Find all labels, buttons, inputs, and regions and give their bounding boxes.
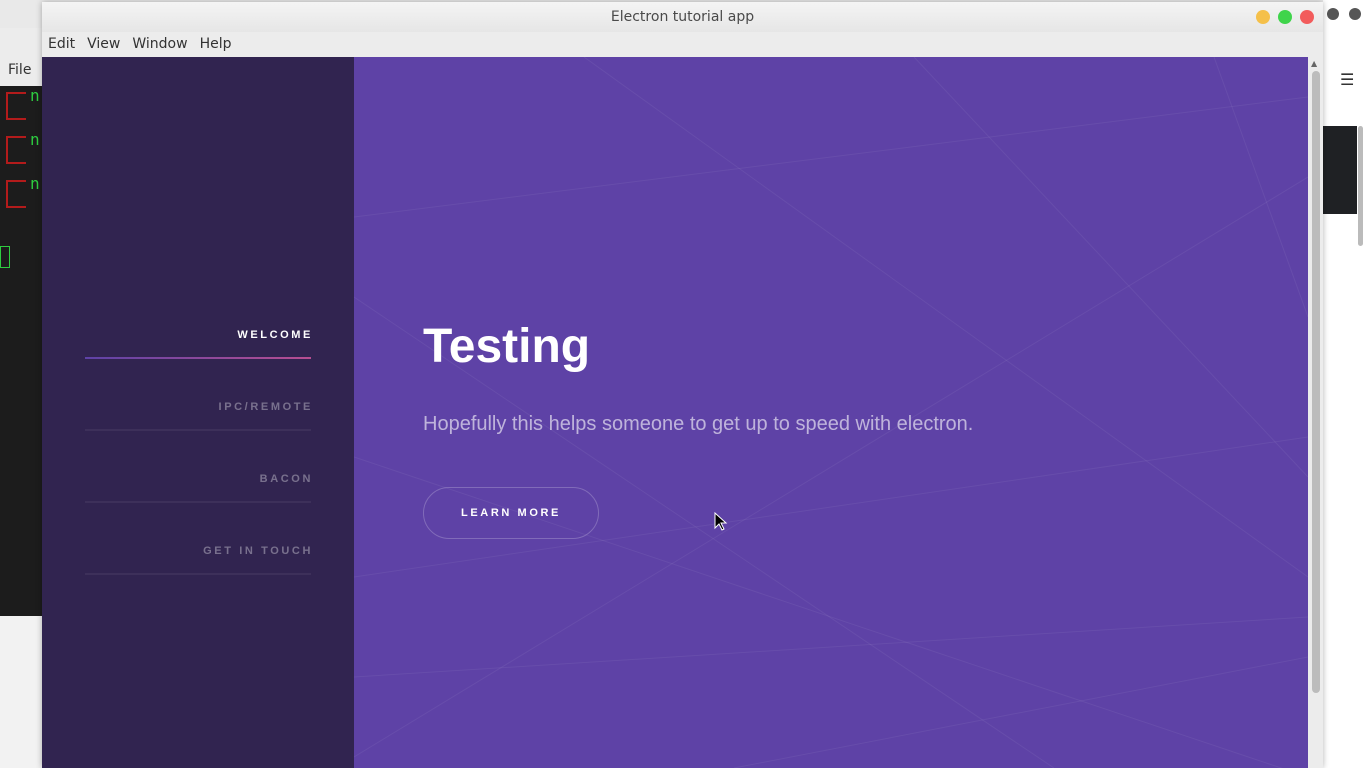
sidebar-item-ipc-remote[interactable]: IPC/REMOTE <box>85 397 311 469</box>
sidebar: WELCOME IPC/REMOTE BACON GET IN TOUCH <box>42 57 354 768</box>
app-menubar: Edit View Window Help <box>42 32 1323 58</box>
sidebar-item-label: BACON <box>259 473 313 485</box>
terminal-prompt-text: n <box>30 86 40 105</box>
sidebar-item-get-in-touch[interactable]: GET IN TOUCH <box>85 541 311 613</box>
background-scrollbar[interactable] <box>1358 126 1363 246</box>
hamburger-menu-icon[interactable]: ☰ <box>1340 70 1354 89</box>
sidebar-item-label: GET IN TOUCH <box>203 545 313 557</box>
hero-section: Testing Hopefully this helps someone to … <box>354 57 1308 768</box>
learn-more-button[interactable]: LEARN MORE <box>423 487 599 539</box>
scrollbar-thumb[interactable] <box>1312 71 1320 693</box>
background-browser-window[interactable]: ☰ <box>1323 0 1366 768</box>
hero-title: Testing <box>423 320 591 373</box>
terminal-file-menu[interactable]: File <box>8 62 31 78</box>
sidebar-item-underline <box>85 573 311 575</box>
prompt-bracket-icon <box>6 180 26 208</box>
minimize-button[interactable] <box>1256 10 1270 24</box>
sidebar-item-welcome[interactable]: WELCOME <box>85 325 311 397</box>
close-button[interactable] <box>1300 10 1314 24</box>
maximize-button[interactable] <box>1278 10 1292 24</box>
terminal-prompt-text: n <box>30 130 40 149</box>
menu-window[interactable]: Window <box>126 32 193 57</box>
window-title: Electron tutorial app <box>610 9 755 25</box>
terminal-line: n <box>0 86 44 130</box>
terminal-cursor <box>0 246 10 268</box>
sidebar-item-underline <box>85 357 311 359</box>
menu-help[interactable]: Help <box>194 32 238 57</box>
vertical-scrollbar[interactable]: ▲ <box>1308 57 1323 768</box>
terminal-line: n <box>0 130 44 174</box>
sidebar-item-label: IPC/REMOTE <box>218 401 313 413</box>
window-titlebar[interactable]: Electron tutorial app <box>42 2 1323 32</box>
prompt-bracket-icon <box>6 92 26 120</box>
window-dot-icon[interactable] <box>1327 8 1339 20</box>
mouse-pointer-icon <box>714 512 728 531</box>
scroll-up-arrow-icon[interactable]: ▲ <box>1311 59 1317 68</box>
background-terminal-window[interactable]: File n n n <box>0 28 44 616</box>
sidebar-item-bacon[interactable]: BACON <box>85 469 311 541</box>
electron-app-window: Electron tutorial app Edit View Window Help… <box>42 2 1323 768</box>
sidebar-nav: WELCOME IPC/REMOTE BACON GET IN TOUCH <box>85 325 311 613</box>
sidebar-item-label: WELCOME <box>237 329 313 341</box>
window-dot-icon[interactable] <box>1349 8 1361 20</box>
prompt-bracket-icon <box>6 136 26 164</box>
menu-edit[interactable]: Edit <box>42 32 81 57</box>
menu-view[interactable]: View <box>81 32 126 57</box>
terminal-menubar: File <box>0 28 44 86</box>
terminal-line: n <box>0 174 44 218</box>
hero-subtitle: Hopefully this helps someone to get up t… <box>423 413 974 435</box>
terminal-prompt-text: n <box>30 174 40 193</box>
background-dark-panel <box>1323 126 1357 214</box>
page-viewport: WELCOME IPC/REMOTE BACON GET IN TOUCH Te… <box>42 57 1308 768</box>
sidebar-item-underline <box>85 429 311 431</box>
sidebar-item-underline <box>85 501 311 503</box>
